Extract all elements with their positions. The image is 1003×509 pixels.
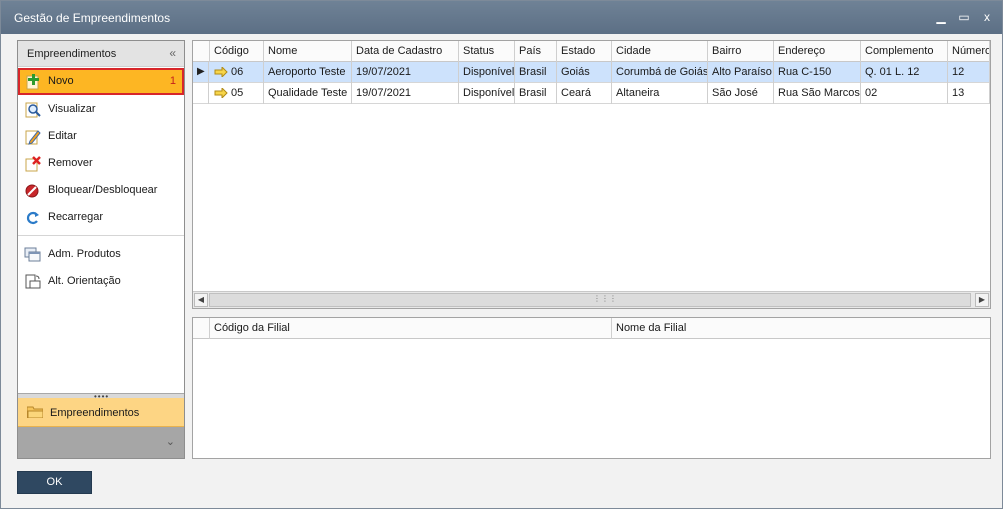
column-header[interactable]: Código (210, 41, 264, 62)
remove-document-icon (25, 156, 41, 172)
table-cell[interactable]: 12 (948, 62, 990, 83)
table-cell[interactable]: Qualidade Teste (264, 83, 352, 104)
chevron-down-icon[interactable]: ⌄ (166, 435, 175, 448)
table-cell[interactable]: Ceará (557, 83, 612, 104)
sidebar-item-label: Bloquear/Desbloquear (48, 184, 158, 196)
table-cell[interactable]: Goiás (557, 62, 612, 83)
refresh-icon (26, 211, 39, 225)
scroll-right-icon[interactable]: ▶ (975, 293, 989, 307)
minimize-icon[interactable]: ▁ (932, 9, 950, 25)
sidebar-item-remover[interactable]: Remover (18, 150, 184, 177)
table-cell[interactable]: Brasil (515, 83, 557, 104)
table-cell[interactable]: Brasil (515, 62, 557, 83)
sidebar-item-label: Recarregar (48, 211, 104, 223)
orientation-icon (25, 274, 41, 289)
sidebar: Empreendimentos « Novo 1 Visualizar Edit… (17, 40, 185, 459)
table-cell[interactable]: Rua São Marcos (774, 83, 861, 104)
sidebar-divider (18, 235, 184, 236)
filiais-table: Código da Filial Nome da Filial (192, 317, 991, 459)
column-header[interactable]: Bairro (708, 41, 774, 62)
maximize-icon[interactable]: ▭ (955, 9, 973, 25)
sidebar-item-editar[interactable]: Editar (18, 123, 184, 150)
column-header[interactable]: Código da Filial (210, 318, 612, 339)
windows-icon (24, 247, 41, 262)
edit-document-icon (25, 130, 41, 145)
table-cell[interactable]: Disponível (459, 83, 515, 104)
table-cell[interactable]: São José (708, 83, 774, 104)
grip-icon: ⋮⋮⋮ (593, 294, 617, 303)
table-cell[interactable]: Aeroporto Teste (264, 62, 352, 83)
column-header[interactable]: Estado (557, 41, 612, 62)
column-header[interactable]: Data de Cadastro (352, 41, 459, 62)
sidebar-item-recarregar[interactable]: Recarregar (18, 204, 184, 231)
sidebar-item-label: Visualizar (48, 103, 96, 115)
sidebar-item-label: Alt. Orientação (48, 275, 121, 287)
sidebar-group-empreendimentos[interactable]: Empreendimentos (18, 398, 184, 427)
table-cell[interactable]: Disponível (459, 62, 515, 83)
sidebar-group-label: Empreendimentos (50, 407, 140, 419)
table-cell[interactable]: Rua C-150 (774, 62, 861, 83)
sidebar-item-alt-orientacao[interactable]: Alt. Orientação (18, 268, 184, 295)
sidebar-footer: ⌄ (18, 427, 184, 458)
table-cell[interactable]: 13 (948, 83, 990, 104)
arrow-right-icon (214, 67, 228, 78)
column-header[interactable]: Cidade (612, 41, 708, 62)
column-header[interactable]: Complemento (861, 41, 948, 62)
folder-icon (27, 406, 43, 418)
close-icon[interactable]: x (978, 9, 996, 25)
scrollbar-thumb[interactable]: ⋮⋮⋮ (209, 293, 971, 307)
table-header: Código da Filial Nome da Filial (193, 318, 990, 339)
sidebar-item-label: Editar (48, 130, 77, 142)
column-header[interactable]: Nome da Filial (612, 318, 990, 339)
table-cell[interactable]: Corumbá de Goiás (612, 62, 708, 83)
table-cell[interactable]: 05 (210, 83, 264, 104)
horizontal-scrollbar[interactable]: ◀ ⋮⋮⋮ ▶ (193, 291, 990, 308)
scroll-left-icon[interactable]: ◀ (194, 293, 208, 307)
block-icon (25, 184, 39, 198)
collapse-icon[interactable]: « (169, 46, 176, 60)
table-cell[interactable]: 19/07/2021 (352, 83, 459, 104)
column-header[interactable]: Status (459, 41, 515, 62)
sidebar-item-visualizar[interactable]: Visualizar (18, 96, 184, 123)
window-title: Gestão de Empreendimentos (14, 11, 171, 25)
arrow-right-icon (214, 88, 228, 99)
row-pointer-icon: ▶ (197, 66, 205, 77)
add-document-icon (26, 74, 39, 90)
sidebar-item-novo[interactable]: Novo 1 (18, 68, 184, 95)
sidebar-item-bloquear[interactable]: Bloquear/Desbloquear (18, 177, 184, 204)
column-header[interactable]: Endereço (774, 41, 861, 62)
ok-button[interactable]: OK (17, 471, 92, 494)
step-badge: 1 (169, 75, 176, 87)
table-row[interactable]: ▶ 06 Aeroporto Teste 19/07/2021 Disponív… (193, 62, 990, 83)
column-header[interactable]: País (515, 41, 557, 62)
column-header[interactable]: Nome (264, 41, 352, 62)
table-cell[interactable]: Alto Paraíso (708, 62, 774, 83)
table-cell[interactable]: 02 (861, 83, 948, 104)
table-cell[interactable]: Altaneira (612, 83, 708, 104)
empreendimentos-table: Código Nome Data de Cadastro Status País… (192, 40, 991, 309)
sidebar-item-label: Adm. Produtos (48, 248, 121, 260)
search-document-icon (25, 102, 41, 118)
sidebar-title: Empreendimentos (27, 48, 117, 60)
row-indicator: ▶ (193, 62, 209, 83)
header-indicator (193, 41, 210, 62)
table-cell[interactable]: 06 (210, 62, 264, 83)
table-cell[interactable]: 19/07/2021 (352, 62, 459, 83)
sidebar-item-label: Remover (48, 157, 93, 169)
sidebar-item-label: Novo (48, 75, 74, 87)
column-header[interactable]: Número (948, 41, 990, 62)
row-indicator (193, 83, 209, 104)
table-header: Código Nome Data de Cadastro Status País… (193, 41, 990, 62)
table-row[interactable]: 05 Qualidade Teste 19/07/2021 Disponível… (193, 83, 990, 104)
header-indicator (193, 318, 210, 339)
main-window: Gestão de Empreendimentos ▁ ▭ x Empreend… (0, 0, 1003, 509)
table-cell[interactable]: Q. 01 L. 12 (861, 62, 948, 83)
sidebar-header: Empreendimentos « (18, 41, 184, 67)
title-bar: Gestão de Empreendimentos ▁ ▭ x (1, 1, 1002, 34)
sidebar-item-adm-produtos[interactable]: Adm. Produtos (18, 241, 184, 268)
